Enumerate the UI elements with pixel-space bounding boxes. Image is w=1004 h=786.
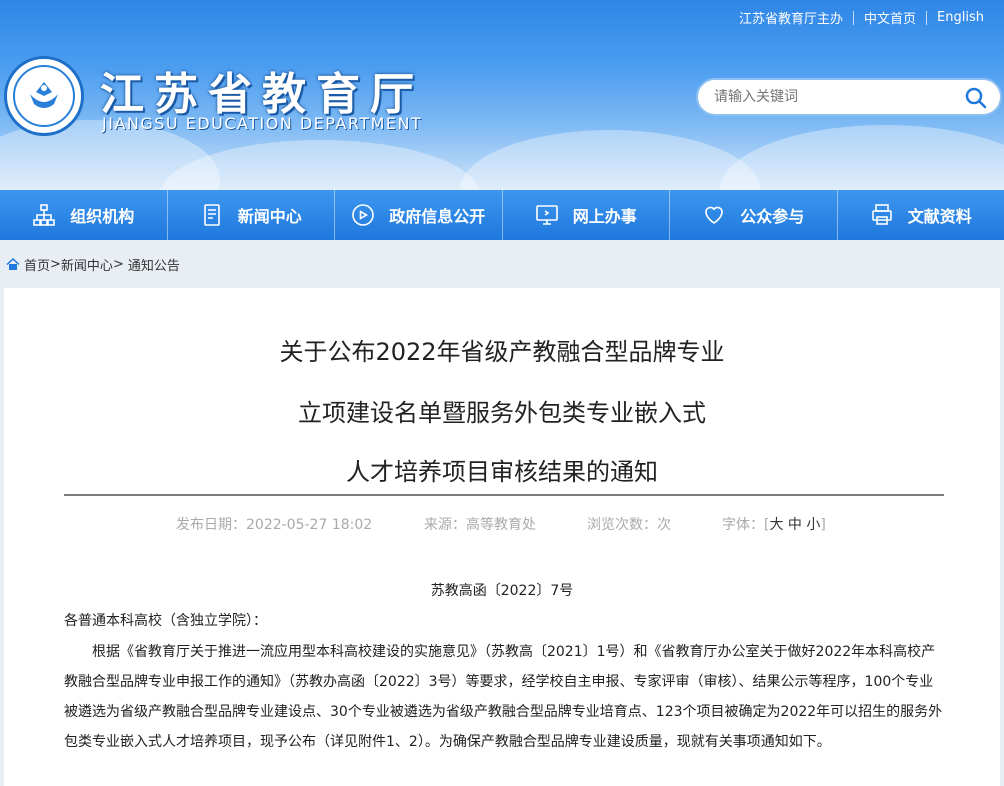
- nav-item-label: 组织机构: [70, 207, 135, 226]
- breadcrumb-separator: >: [50, 257, 61, 272]
- article-title-line-2: 立项建设名单暨服务外包类专业嵌入式: [298, 399, 706, 427]
- site-header: 江苏省教育厅主办 中文首页 English 江苏省教育厅 JIANGSU EDU…: [0, 0, 1004, 190]
- search-icon[interactable]: [964, 86, 988, 110]
- views-label: 浏览次数：: [587, 517, 657, 533]
- source: 来源：高等教育处: [424, 514, 536, 534]
- nav-item-label: 文献资料: [907, 207, 972, 226]
- heart-icon: [705, 206, 724, 224]
- font-label: 字体：: [722, 517, 764, 533]
- salutation: 各普通本科高校（含独立学院）：: [64, 613, 267, 629]
- jiangsu-education-emblem-icon[interactable]: [4, 56, 84, 136]
- nav-item-label: 政府信息公开: [389, 207, 486, 226]
- font-large-button[interactable]: 大: [769, 517, 783, 533]
- home-icon: [6, 258, 20, 270]
- play-circle-icon: [352, 204, 375, 226]
- view-count: 浏览次数：次: [587, 514, 671, 534]
- views-unit: 次: [657, 517, 671, 533]
- header-cloud-decoration: [720, 125, 1004, 190]
- source-label: 来源：: [424, 517, 466, 533]
- breadcrumb-notice[interactable]: 通知公告: [128, 255, 180, 274]
- search-box: [696, 78, 1002, 116]
- news-document-icon: [203, 204, 220, 226]
- english-link[interactable]: English: [927, 10, 994, 25]
- breadcrumb-separator: >: [112, 257, 124, 272]
- document-number: 苏教高函〔2022〕7号: [430, 583, 574, 599]
- nav-item-organization[interactable]: 组织机构: [0, 190, 168, 240]
- breadcrumb-news[interactable]: 新闻中心: [61, 255, 113, 274]
- article-title-line-1: 关于公布2022年省级产教融合型品牌专业: [279, 338, 725, 366]
- article-body-paragraph: 根据《省教育厅关于推进一流应用型本科高校建设的实施意见》（苏教高〔2021〕1号…: [64, 644, 943, 750]
- nav-item-label: 公众参与: [740, 207, 805, 226]
- article-title-line-3: 人才培养项目审核结果的通知: [346, 458, 658, 486]
- nav-item-documents[interactable]: 文献资料: [838, 190, 1004, 240]
- printer-icon: [871, 204, 892, 225]
- breadcrumb: 首页 > 新闻中心 > 通知公告: [6, 255, 180, 274]
- header-cloud-decoration: [160, 140, 480, 190]
- org-chart-icon: [33, 204, 56, 226]
- nav-item-news[interactable]: 新闻中心: [168, 190, 335, 240]
- font-bracket-close: ]: [820, 517, 826, 533]
- host-link[interactable]: 江苏省教育厅主办: [729, 8, 853, 27]
- main-nav: 组织机构 新闻中心 政府信息公开 网上办事 公众参与 文献资料: [0, 190, 1004, 240]
- font-size-control: 字体：[大 中 小]: [722, 514, 826, 534]
- search-input[interactable]: [714, 89, 954, 105]
- site-logo-subtitle: JIANGSU EDUCATION DEPARTMENT: [102, 114, 423, 133]
- publish-date-value: 2022-05-27 18:02: [246, 517, 373, 533]
- publish-date: 发布日期：2022-05-27 18:02: [176, 514, 372, 534]
- nav-item-online-services[interactable]: 网上办事: [503, 190, 670, 240]
- font-medium-button[interactable]: 中: [788, 517, 802, 533]
- top-links: 江苏省教育厅主办 中文首页 English: [729, 8, 994, 27]
- publish-label: 发布日期：: [176, 517, 246, 533]
- nav-item-label: 新闻中心: [237, 207, 302, 226]
- source-value: 高等教育处: [466, 517, 536, 533]
- nav-item-gov-info[interactable]: 政府信息公开: [335, 190, 503, 240]
- chinese-home-link[interactable]: 中文首页: [854, 8, 926, 27]
- breadcrumb-home[interactable]: 首页: [24, 255, 50, 274]
- nav-item-label: 网上办事: [572, 207, 637, 226]
- site-logo-title[interactable]: 江苏省教育厅: [100, 58, 424, 122]
- title-divider: [64, 494, 944, 496]
- nav-item-public-participation[interactable]: 公众参与: [670, 190, 838, 240]
- monitor-icon: [535, 205, 558, 225]
- header-cloud-decoration: [460, 130, 760, 190]
- font-small-button[interactable]: 小: [806, 517, 820, 533]
